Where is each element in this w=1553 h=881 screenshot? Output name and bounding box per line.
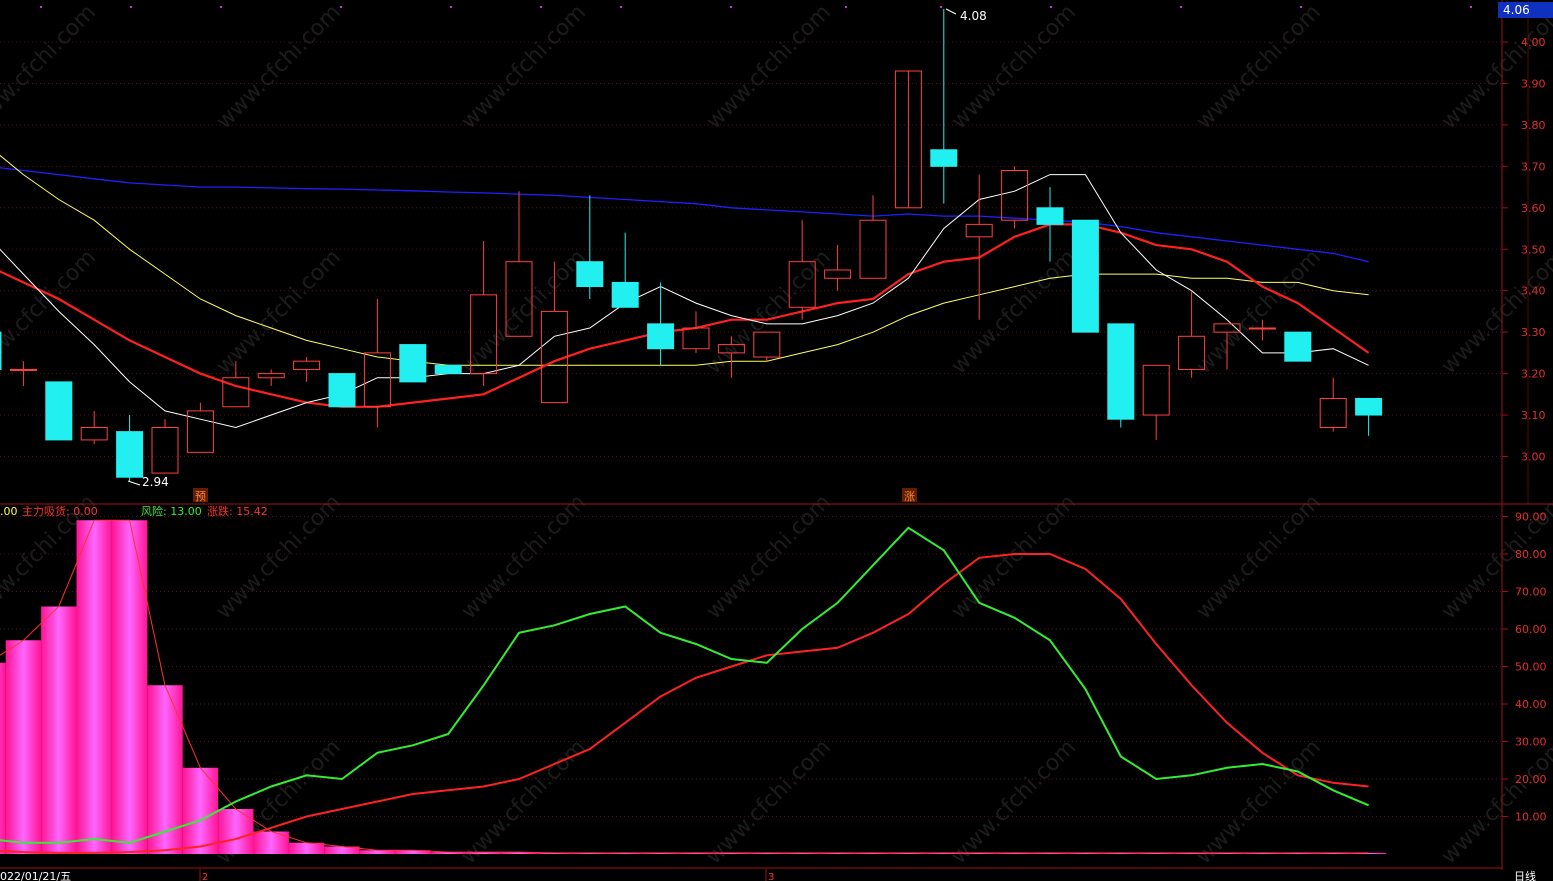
candle-body [576,261,604,288]
candle-body [1284,331,1312,362]
month-marker-2: 2 [202,872,208,881]
marker-pre-label: 预 [195,490,206,503]
time-marker-dot [220,6,222,8]
low-label: 2.94 [142,475,169,489]
time-marker-dot [730,6,732,8]
accum-bar [147,685,183,854]
time-marker-dot [450,6,452,8]
candle-body [1355,397,1383,416]
candle-body [1036,207,1064,225]
candle [1107,323,1135,428]
legend-main: 主力吸货: 0.00 [22,504,98,518]
legend-risk: 风险: 13.00 [141,504,202,518]
time-marker-dot [940,6,942,8]
candle-body [647,323,675,350]
indicator-tick-label: 50.00 [1515,661,1547,674]
price-tick-label: 3.90 [1521,77,1546,90]
candle-body [9,368,37,371]
price-tick-label: 3.30 [1521,326,1546,339]
price-tick-label: 3.60 [1521,202,1546,215]
accum-bar [41,606,77,854]
candle-body [434,364,462,375]
period-label[interactable]: 日线 [1514,869,1536,881]
candle-body [1107,323,1135,420]
time-marker-dot [620,6,622,8]
candle [434,364,462,375]
marker-rise-label: 涨 [904,490,915,503]
accum-bar [218,809,254,854]
time-marker-dot [845,6,847,8]
marker-pre[interactable]: 预 [193,488,208,503]
indicator-tick-label: 90.00 [1515,511,1547,524]
indicator-tick-label: 80.00 [1515,548,1547,561]
time-marker-dot [1300,6,1302,8]
indicator-tick-label: 30.00 [1515,736,1547,749]
time-marker-dot [340,6,342,8]
time-marker-dot [540,6,542,8]
time-marker-dot [1470,6,1472,8]
accum-bar [359,850,396,854]
price-tick-label: 3.70 [1521,160,1546,173]
date-label: 022/01/21/五 [0,870,71,881]
time-marker-dot [130,6,132,8]
accum-bar [253,831,289,854]
candle-body [611,281,639,308]
indicator-tick-label: 70.00 [1515,586,1547,599]
current-price-box: 4.06 [1498,2,1553,18]
price-tick-label: 3.10 [1521,409,1546,422]
price-tick-label: 3.20 [1521,368,1546,381]
candle [45,381,73,441]
candle-body [0,331,2,370]
candle-body [328,373,356,408]
high-label: 4.08 [960,9,987,23]
legend-rise: 涨跌: 15.42 [207,504,268,518]
candle [399,344,427,383]
month-marker-3: 3 [768,872,774,881]
candle-body [1071,219,1099,333]
price-tick-label: 4.00 [1521,36,1546,49]
time-marker-dot [40,6,42,8]
price-tick-label: 3.40 [1521,285,1546,298]
candle-body [45,381,73,441]
price-tick-label: 3.50 [1521,243,1546,256]
time-marker-dot [1050,6,1052,8]
indicator-tick-label: 10.00 [1515,811,1547,824]
current-price-value: 4.06 [1503,3,1530,17]
candle-body [1248,327,1276,330]
accum-bar [111,520,148,854]
accum-bar [76,520,112,854]
indicator-tick-label: 60.00 [1515,623,1547,636]
accum-bar [5,640,42,854]
indicator-tick-label: 20.00 [1515,773,1547,786]
legend-prefix: .00 [0,505,18,518]
price-tick-label: 3.80 [1521,119,1546,132]
time-marker-dot [1180,6,1182,8]
candle [1071,219,1099,333]
indicator-tick-label: 40.00 [1515,698,1547,711]
candle-body [116,431,144,478]
candle-body [930,149,958,167]
marker-rise[interactable]: 涨 [902,488,917,503]
accum-bar [0,662,6,854]
stock-chart[interactable]: www.cfchi.com www.cfchi.com www.cfchi.com w… [0,0,1553,881]
candle [328,373,356,408]
candle [1284,331,1312,362]
price-tick-label: 3.00 [1521,451,1546,464]
candle-body [399,344,427,383]
accum-bar [182,767,219,854]
